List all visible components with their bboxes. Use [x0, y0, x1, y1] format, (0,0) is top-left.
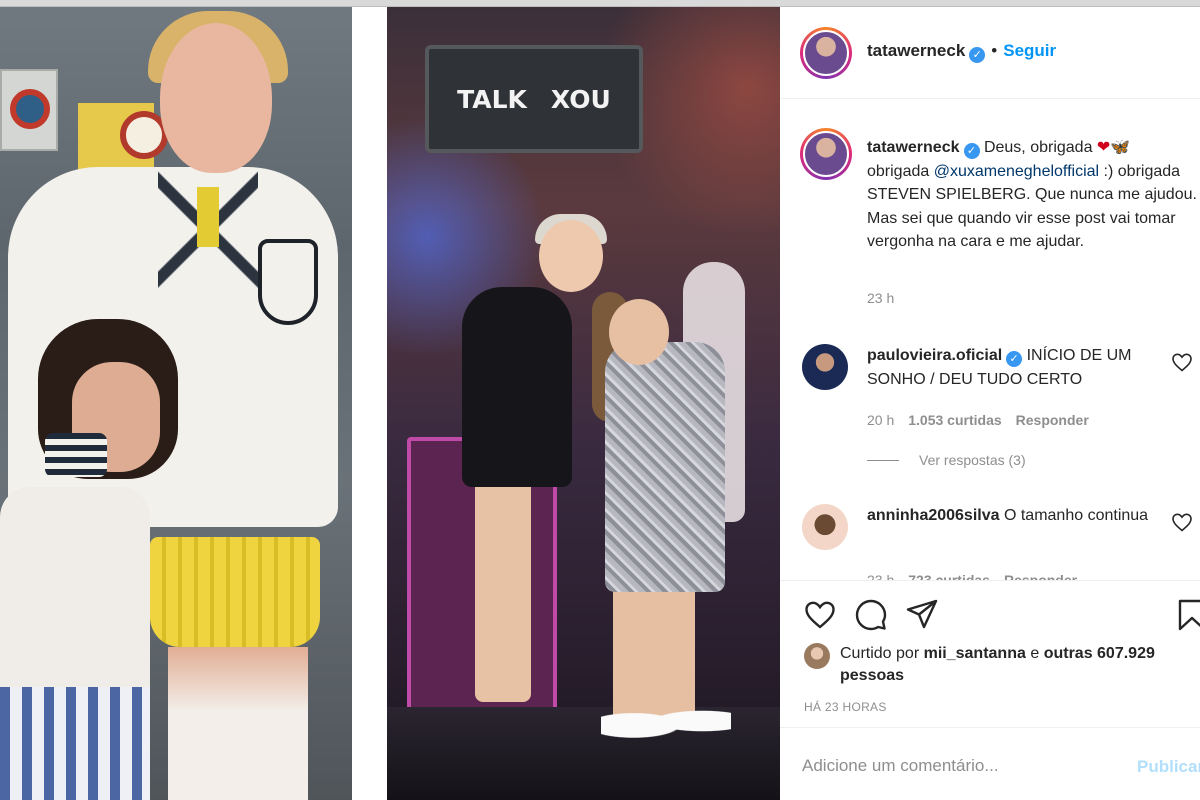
- caption-text: obrigada: [867, 162, 934, 180]
- comment-input[interactable]: [802, 754, 1122, 778]
- commenter-avatar[interactable]: [802, 504, 848, 550]
- add-comment-bar: Publicar: [780, 727, 1200, 800]
- verified-badge-icon: ✓: [969, 47, 986, 63]
- sweater-crest: [258, 239, 318, 325]
- comment-likes[interactable]: 1.053 curtidas: [908, 412, 1001, 428]
- reply-button[interactable]: Responder: [1004, 572, 1077, 580]
- author-avatar[interactable]: [800, 27, 852, 79]
- comment-text: O tamanho continua: [1003, 507, 1149, 524]
- talk-show-sign: TALK XOU: [425, 45, 643, 153]
- liker-avatar[interactable]: [804, 643, 830, 669]
- comment-time[interactable]: 20 h: [867, 412, 894, 428]
- view-replies-button[interactable]: Ver respostas (3): [867, 452, 1026, 468]
- comment-time[interactable]: 23 h: [867, 572, 894, 580]
- vintage-photo: [0, 7, 352, 800]
- collage-divider: [352, 7, 387, 800]
- post-actions: Curtido por mii_santanna e outras 607.92…: [780, 580, 1200, 727]
- author-avatar[interactable]: [800, 128, 852, 180]
- sign-word: XOU: [550, 84, 611, 114]
- studio-photo: TALK XOU: [387, 7, 780, 800]
- reply-button[interactable]: Responder: [1016, 412, 1089, 428]
- commenter-username[interactable]: anninha2006silva: [867, 507, 1000, 524]
- post-time[interactable]: HÁ 23 HORAS: [804, 700, 887, 714]
- butterfly-emoji-icon: 🦋: [1110, 139, 1131, 156]
- heart-emoji-icon: ❤: [1096, 139, 1111, 156]
- comment-likes[interactable]: 723 curtidas: [908, 572, 990, 580]
- woman-black-dress: [462, 287, 572, 487]
- like-heart-icon[interactable]: [802, 597, 838, 633]
- verified-badge-icon: ✓: [963, 143, 980, 159]
- comment-heart-icon[interactable]: [1170, 350, 1194, 374]
- wall-sign: [0, 69, 58, 151]
- liker-username[interactable]: mii_santanna: [924, 645, 1026, 662]
- share-icon[interactable]: [904, 597, 940, 633]
- comments-list[interactable]: tatawerneck ✓ Deus, obrigada ❤🦋 obrigada …: [780, 100, 1200, 580]
- caption-time[interactable]: 23 h: [867, 290, 894, 306]
- yellow-skirt: [150, 537, 320, 647]
- commenter-avatar[interactable]: [802, 344, 848, 390]
- post-sidebar: tatawerneck ✓ • Seguir tatawerneck ✓ Deus, o…: [780, 7, 1200, 800]
- woman-silver-dress: [605, 342, 725, 592]
- publish-button[interactable]: Publicar: [1137, 757, 1200, 777]
- woman-face: [160, 23, 272, 173]
- sign-word: TALK: [457, 84, 527, 114]
- commenter-username[interactable]: paulovieira.oficial: [867, 347, 1002, 364]
- comment-icon[interactable]: [853, 597, 889, 633]
- caption-text: :): [1099, 162, 1114, 180]
- follow-button[interactable]: Seguir: [1003, 41, 1056, 60]
- white-sneakers: [601, 699, 731, 743]
- caption-mention-link[interactable]: @xuxameneghelofficial: [934, 163, 1099, 180]
- view-replies-label: Ver respostas (3): [919, 452, 1026, 468]
- comment-heart-icon[interactable]: [1170, 510, 1194, 534]
- author-username[interactable]: tatawerneck: [867, 41, 965, 60]
- verified-badge-icon: ✓: [1006, 351, 1023, 367]
- caption-username[interactable]: tatawerneck: [867, 139, 960, 156]
- separator-dot: •: [991, 41, 998, 60]
- post-image[interactable]: TALK XOU: [0, 7, 780, 800]
- bookmark-icon[interactable]: [1174, 597, 1200, 633]
- caption-text: Deus, obrigada: [983, 139, 1093, 156]
- likes-summary: Curtido por mii_santanna e outras 607.92…: [840, 645, 1155, 684]
- browser-top-strip: [0, 0, 1200, 7]
- post-header: tatawerneck ✓ • Seguir: [780, 7, 1200, 99]
